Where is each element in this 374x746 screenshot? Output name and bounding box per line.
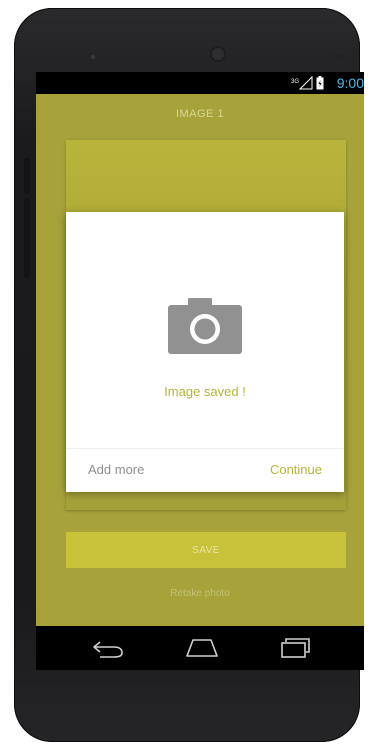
image-saved-dialog: Image saved ! Add more Continue — [66, 212, 344, 492]
signal-label: 3G — [291, 79, 299, 85]
recents-icon[interactable] — [280, 638, 312, 658]
speaker-grille — [91, 55, 95, 59]
volume-button — [24, 158, 30, 194]
dialog-message: Image saved ! — [164, 384, 246, 399]
proximity-sensor — [332, 54, 344, 58]
status-bar: 3G 9:00 — [36, 72, 364, 94]
app-screen: 3G 9:00 IMAGE 1 SAVE Retake photo Image … — [36, 72, 364, 670]
page-title: IMAGE 1 — [175, 108, 225, 120]
navigation-bar — [36, 626, 364, 670]
signal-icon: 3G — [291, 76, 313, 90]
status-icons: 3G — [291, 76, 324, 90]
front-camera — [212, 48, 224, 60]
battery-icon — [316, 76, 324, 90]
home-icon[interactable] — [184, 638, 220, 658]
power-button — [24, 198, 30, 278]
continue-button[interactable]: Continue — [270, 462, 322, 477]
save-button[interactable]: SAVE — [66, 532, 346, 568]
back-icon[interactable] — [92, 638, 124, 658]
add-more-button[interactable]: Add more — [88, 462, 144, 477]
dialog-divider — [66, 448, 344, 449]
retake-photo-link[interactable]: Retake photo — [36, 588, 364, 599]
status-time: 9:00 — [336, 75, 364, 91]
camera-icon — [168, 298, 242, 354]
